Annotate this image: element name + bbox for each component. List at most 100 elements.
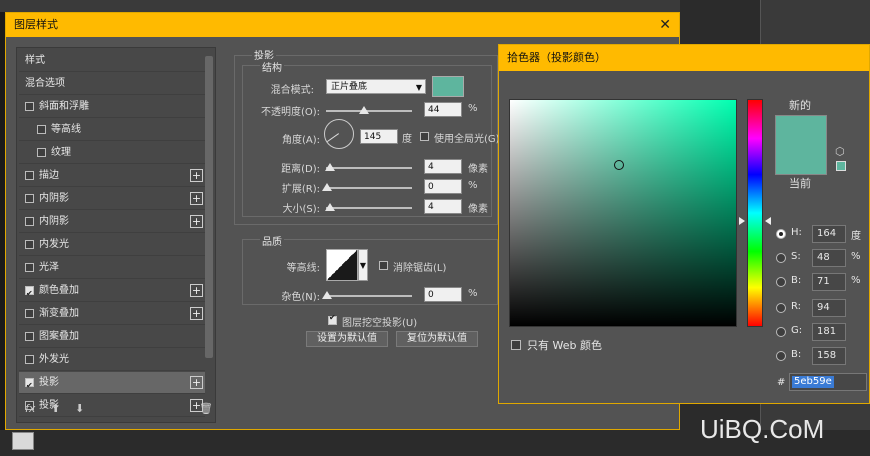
hex-input[interactable]: 5eb59e — [789, 373, 867, 391]
style-list-item[interactable]: 样式 — [19, 50, 205, 72]
style-list-item[interactable]: 混合选项 — [19, 73, 205, 95]
style-list-item[interactable]: 图案叠加 — [19, 326, 205, 348]
blend-mode-select[interactable]: 正片叠底 ▼ — [326, 79, 426, 94]
background-color-swatch[interactable] — [12, 432, 34, 450]
style-checkbox[interactable] — [25, 263, 34, 272]
style-list-item[interactable]: 投影 + — [19, 372, 205, 397]
contour-preview[interactable] — [326, 249, 358, 281]
angle-dial[interactable] — [324, 119, 354, 149]
size-slider[interactable] — [325, 203, 412, 211]
distance-input[interactable]: 4 — [424, 159, 462, 174]
style-checkbox[interactable] — [25, 102, 34, 111]
style-list-item[interactable]: 斜面和浮雕 — [19, 96, 205, 118]
channel-radio[interactable] — [776, 229, 786, 239]
channel-radio[interactable] — [776, 253, 786, 263]
style-list-item[interactable]: 内阴影 + — [19, 211, 205, 233]
style-item-label: 外发光 — [39, 354, 69, 365]
style-list-item[interactable]: 内阴影 + — [19, 188, 205, 210]
structure-title: 结构 — [260, 59, 284, 74]
channel-radio[interactable] — [776, 277, 786, 287]
close-icon[interactable]: ✕ — [659, 13, 671, 37]
antialias-checkbox[interactable] — [379, 261, 388, 270]
noise-slider[interactable] — [322, 291, 412, 299]
style-list-item[interactable]: 渐变叠加 + — [19, 303, 205, 325]
style-checkbox[interactable] — [37, 125, 46, 134]
style-checkbox[interactable] — [25, 194, 34, 203]
style-checkbox[interactable] — [25, 283, 34, 305]
color-field[interactable] — [509, 99, 737, 327]
web-safe-swatch[interactable] — [836, 161, 846, 171]
knockout-checkbox[interactable] — [328, 313, 337, 325]
blend-mode-label: 混合模式: — [270, 85, 314, 96]
chevron-down-icon: ▼ — [359, 261, 366, 270]
color-field-cursor[interactable] — [614, 160, 624, 170]
channel-input[interactable]: 164 — [812, 225, 846, 243]
style-checkbox[interactable] — [25, 217, 34, 226]
style-checkbox[interactable] — [25, 171, 34, 180]
style-item-label: 渐变叠加 — [39, 308, 79, 319]
channel-radio[interactable] — [776, 327, 786, 337]
style-list-item[interactable]: 纹理 — [19, 142, 205, 164]
hue-arrow-right-icon[interactable] — [765, 217, 771, 225]
style-item-label: 投影 — [39, 377, 59, 388]
size-input[interactable]: 4 — [424, 199, 462, 214]
style-item-label: 图案叠加 — [39, 331, 79, 342]
add-style-icon[interactable]: + — [190, 215, 203, 228]
add-style-icon[interactable]: + — [190, 307, 203, 320]
distance-slider[interactable] — [325, 163, 412, 171]
hue-slider[interactable] — [747, 99, 763, 327]
style-list-item[interactable]: 外发光 — [19, 349, 205, 371]
style-list-item[interactable]: 描边 + — [19, 165, 205, 187]
channel-input[interactable]: 94 — [812, 299, 846, 317]
channel-radio[interactable] — [776, 303, 786, 313]
noise-input[interactable]: 0 — [424, 287, 462, 302]
channel-input[interactable]: 181 — [812, 323, 846, 341]
color-preview — [775, 115, 827, 175]
style-checkbox[interactable] — [25, 309, 34, 318]
channel-radio[interactable] — [776, 351, 786, 361]
dialog-title-bar[interactable]: 图层样式 ✕ — [6, 13, 679, 37]
angle-input[interactable]: 145 — [360, 129, 398, 144]
cube-icon[interactable]: ⬡ — [835, 145, 845, 158]
picker-title[interactable]: 拾色器（投影颜色） — [499, 45, 869, 71]
contour-dropdown[interactable]: ▼ — [358, 249, 368, 281]
spread-slider[interactable] — [322, 183, 412, 191]
style-checkbox[interactable] — [25, 375, 34, 397]
style-list-item[interactable]: 等高线 — [19, 119, 205, 141]
move-down-icon[interactable]: ⬇ — [75, 402, 84, 415]
style-checkbox[interactable] — [25, 332, 34, 341]
channel-input[interactable]: 158 — [812, 347, 846, 365]
style-checkbox[interactable] — [25, 240, 34, 249]
style-list-scrollbar[interactable] — [205, 56, 213, 358]
shadow-color-swatch[interactable] — [432, 76, 464, 97]
opacity-input[interactable]: 44 — [424, 102, 462, 117]
add-style-icon[interactable]: + — [190, 169, 203, 182]
fx-icon[interactable]: fx — [25, 402, 35, 415]
style-item-label: 样式 — [25, 55, 45, 66]
channel-input[interactable]: 71 — [812, 273, 846, 291]
style-list-item[interactable]: 颜色叠加 + — [19, 280, 205, 305]
opacity-slider[interactable] — [326, 106, 412, 114]
channel-input[interactable]: 48 — [812, 249, 846, 267]
distance-label: 距离(D): — [281, 164, 320, 175]
opacity-thumb[interactable] — [359, 106, 369, 114]
style-checkbox[interactable] — [25, 355, 34, 364]
style-list-item[interactable]: 内发光 — [19, 234, 205, 256]
style-list: 样式混合选项斜面和浮雕等高线纹理描边+内阴影+内阴影+内发光光泽颜色叠加+渐变叠… — [16, 47, 216, 423]
add-style-icon[interactable]: + — [190, 192, 203, 205]
global-light-checkbox[interactable] — [420, 132, 429, 141]
style-checkbox[interactable] — [37, 148, 46, 157]
move-up-icon[interactable]: ⬆ — [51, 402, 60, 415]
reset-default-button[interactable]: 复位为默认值 — [396, 331, 478, 347]
hue-arrow-left-icon[interactable] — [739, 217, 745, 225]
add-style-icon[interactable]: + — [190, 284, 203, 297]
color-picker-dialog: 拾色器（投影颜色） 新的 ⬡ 当前 H: 164 度 S: 48% B: 71% R: 94 G:… — [498, 44, 870, 404]
style-item-label: 光泽 — [39, 262, 59, 273]
channel-unit: 度 — [851, 231, 861, 242]
add-style-icon[interactable]: + — [190, 376, 203, 389]
trash-icon[interactable]: 🗑 — [199, 402, 213, 415]
web-only-checkbox[interactable] — [511, 340, 521, 350]
spread-input[interactable]: 0 — [424, 179, 462, 194]
style-list-item[interactable]: 光泽 — [19, 257, 205, 279]
set-default-button[interactable]: 设置为默认值 — [306, 331, 388, 347]
